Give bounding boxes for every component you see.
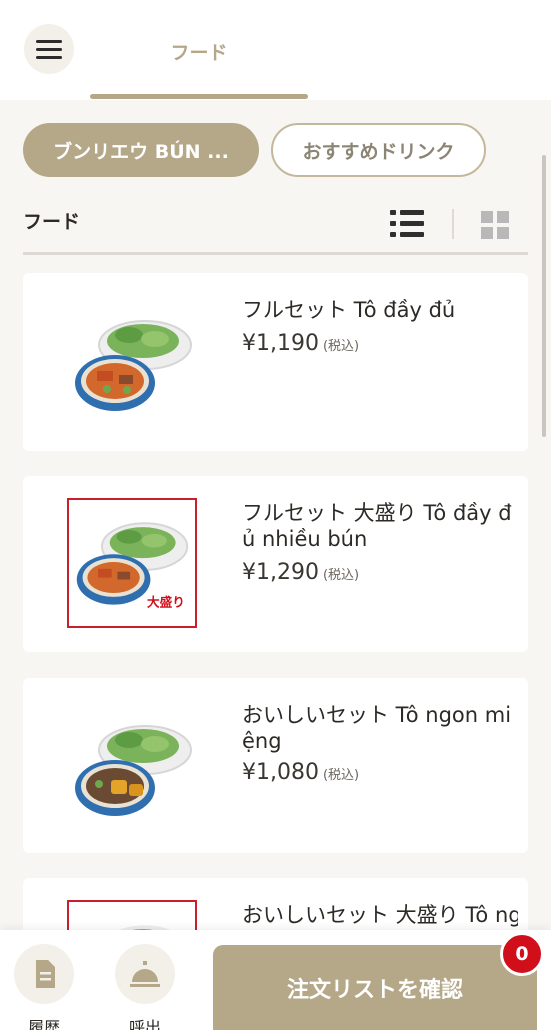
product-price: ¥1,190 (税込) [242,331,359,356]
cart-count-badge: 0 [500,932,544,976]
scrollbar[interactable] [542,155,546,437]
tab-food[interactable]: フード [90,0,308,100]
tax-note: (税込) [322,768,360,783]
product-card[interactable]: おいしいセット Tô ngon miệng ¥1,080 (税込) [23,678,528,853]
section-divider [23,252,528,255]
history-label: 履歴 [27,1018,60,1030]
product-name: フルセット Tô đầy đủ [242,298,456,322]
category-pill-drinks[interactable]: おすすめドリンク [271,123,486,177]
call-staff-button[interactable] [115,944,175,1004]
call-label: 呼出 [128,1018,161,1030]
document-icon [36,960,55,988]
product-card[interactable]: 大盛り フルセット 大盛り Tô đầy đủ nhiều bún ¥1,290… [23,476,528,652]
product-card[interactable]: フルセット Tô đầy đủ ¥1,190 (税込) [23,273,528,451]
product-name: おいしいセット 大盛り Tô ng [242,903,518,927]
app-header: フード [0,0,551,100]
product-card[interactable]: おいしいセット 大盛り Tô ng [23,878,528,938]
product-price: ¥1,080 (税込) [242,760,359,785]
tax-note: (税込) [322,339,360,354]
price-value: ¥1,290 [242,560,319,585]
tax-note: (税込) [322,568,360,583]
product-name: おいしいセット Tô ngon miệng [242,703,512,753]
view-toggle-divider [452,209,454,239]
category-pill-bun-rieu[interactable]: ブンリエウ BÚN ... [23,123,259,177]
service-bell-icon [130,961,160,987]
product-image [67,295,197,425]
product-image [67,700,197,830]
hamburger-menu-icon[interactable] [24,24,74,74]
history-button[interactable] [14,944,74,1004]
price-value: ¥1,190 [242,331,319,356]
product-name: フルセット 大盛り Tô đầy đủ nhiều bún [242,501,512,551]
section-title: フード [23,211,81,233]
product-image: 大盛り [67,498,197,628]
product-price: ¥1,290 (税込) [242,560,359,585]
bottom-action-bar: 履歴 呼出 注文リストを確認 [0,930,551,1030]
price-value: ¥1,080 [242,760,319,785]
confirm-order-list-button[interactable]: 注文リストを確認 [213,945,537,1030]
tab-food-label: フード [170,42,228,64]
list-view-icon[interactable] [390,209,424,237]
active-tab-indicator [90,94,308,99]
grid-view-icon[interactable] [481,211,509,239]
oomori-label: 大盛り [147,595,185,610]
